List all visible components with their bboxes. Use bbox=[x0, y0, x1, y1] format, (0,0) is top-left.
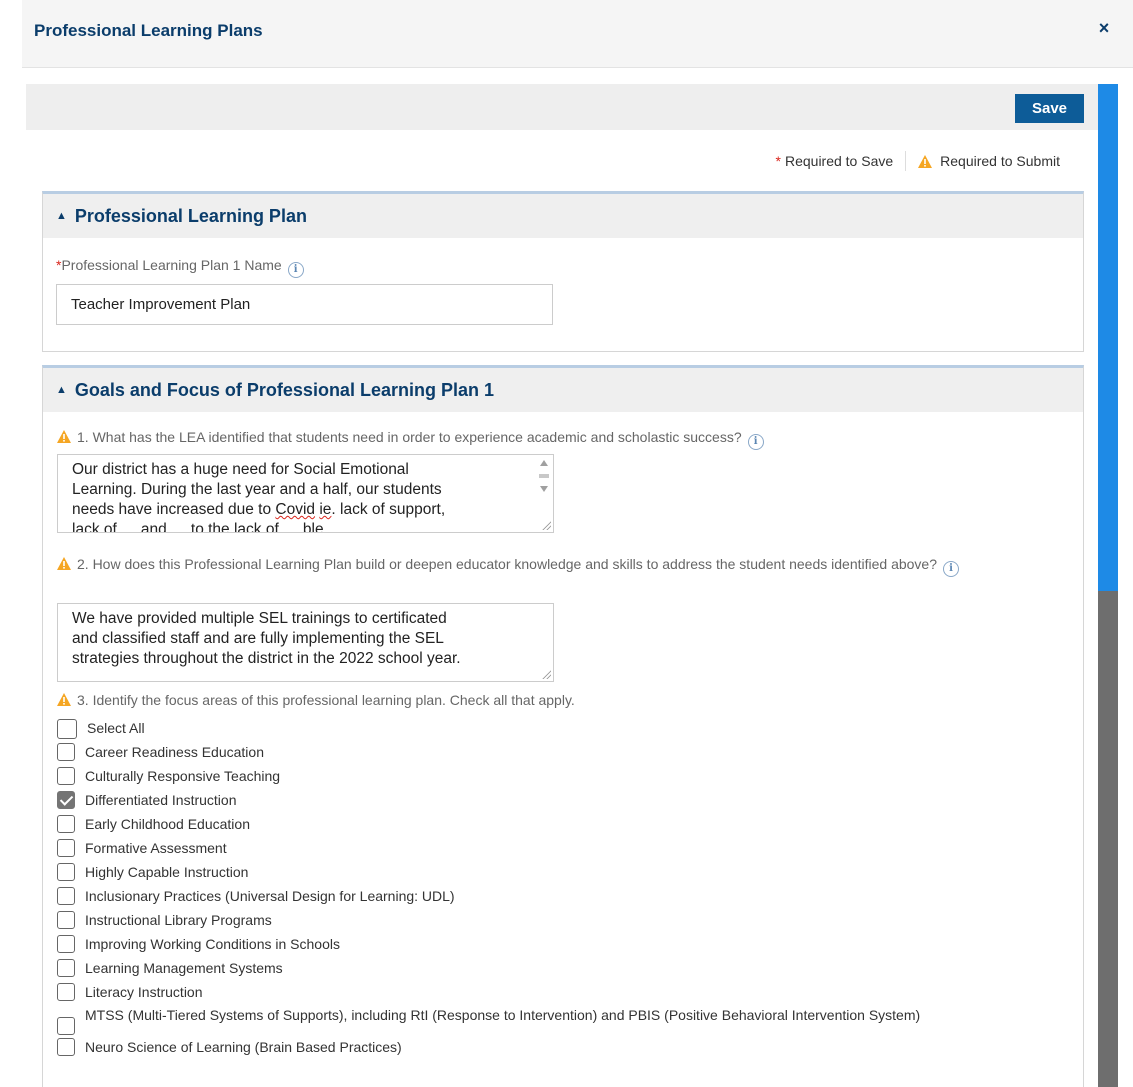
checkbox[interactable] bbox=[57, 1017, 75, 1035]
question-2-textarea[interactable]: We have provided multiple SEL trainings … bbox=[57, 603, 554, 682]
plan-name-label: *Professional Learning Plan 1 Name i bbox=[56, 257, 304, 278]
required-star-icon: * bbox=[775, 153, 781, 169]
checkbox-option[interactable]: Inclusionary Practices (Universal Design… bbox=[57, 884, 1057, 908]
save-button[interactable]: Save bbox=[1015, 94, 1084, 123]
info-icon[interactable]: i bbox=[287, 262, 304, 278]
collapse-caret-icon[interactable]: ▲ bbox=[56, 210, 67, 222]
warning-icon bbox=[57, 430, 71, 443]
checkbox-option[interactable]: MTSS (Multi-Tiered Systems of Supports),… bbox=[57, 1004, 1057, 1035]
checkbox-option[interactable]: Formative Assessment bbox=[57, 836, 1057, 860]
checkbox-option[interactable]: Instructional Library Programs bbox=[57, 908, 1057, 932]
checkbox[interactable] bbox=[57, 743, 75, 761]
close-icon[interactable]: × bbox=[1093, 18, 1115, 39]
section-professional-learning-plan: ▲ Professional Learning Plan *Profession… bbox=[42, 191, 1084, 352]
checkbox-option[interactable]: Select All bbox=[57, 716, 1057, 740]
checkbox[interactable] bbox=[57, 983, 75, 1001]
checkbox-option[interactable]: Literacy Instruction bbox=[57, 980, 1057, 1004]
checkbox[interactable] bbox=[57, 863, 75, 881]
required-legend: * Required to Save Required to Submit bbox=[776, 151, 1060, 171]
checkbox-option[interactable]: Improving Working Conditions in Schools bbox=[57, 932, 1057, 956]
checkbox-checked[interactable] bbox=[57, 791, 75, 809]
modal-title: Professional Learning Plans bbox=[34, 21, 263, 40]
textarea-scrollbar[interactable] bbox=[537, 458, 551, 502]
checkbox-option[interactable]: Early Childhood Education bbox=[57, 812, 1057, 836]
checkbox-option[interactable]: Culturally Responsive Teaching bbox=[57, 764, 1057, 788]
resize-handle-icon[interactable] bbox=[541, 520, 551, 530]
checkbox-option[interactable]: Career Readiness Education bbox=[57, 740, 1057, 764]
checkbox-option[interactable]: Neuro Science of Learning (Brain Based P… bbox=[57, 1035, 1057, 1059]
section-title: Goals and Focus of Professional Learning… bbox=[74, 379, 494, 400]
warning-icon bbox=[57, 557, 71, 570]
checkbox[interactable] bbox=[57, 911, 75, 929]
checkbox-option[interactable]: Learning Management Systems bbox=[57, 956, 1057, 980]
checkbox-option[interactable]: Differentiated Instruction bbox=[57, 788, 1057, 812]
checkbox[interactable] bbox=[57, 959, 75, 977]
section-title: Professional Learning Plan bbox=[74, 205, 307, 226]
question-2-label: 2. How does this Professional Learning P… bbox=[57, 552, 1017, 577]
legend-divider bbox=[905, 151, 907, 171]
toolbar: Save bbox=[26, 84, 1098, 130]
checkbox[interactable] bbox=[57, 887, 75, 905]
warning-icon bbox=[918, 154, 933, 168]
info-icon[interactable]: i bbox=[747, 434, 764, 450]
scrollbar-thumb[interactable] bbox=[1098, 84, 1118, 591]
warning-icon bbox=[57, 693, 71, 706]
checkbox[interactable] bbox=[57, 1038, 75, 1056]
question-1-label: 1. What has the LEA identified that stud… bbox=[57, 429, 764, 450]
section-goals-and-focus: ▲ Goals and Focus of Professional Learni… bbox=[42, 365, 1084, 1087]
modal-body: Save * Required to Save Required to Subm… bbox=[26, 84, 1098, 1087]
checkbox-option[interactable]: Highly Capable Instruction bbox=[57, 860, 1057, 884]
plan-name-input[interactable] bbox=[56, 284, 553, 325]
required-submit-label: Required to Submit bbox=[940, 153, 1060, 169]
section-header[interactable]: ▲ Goals and Focus of Professional Learni… bbox=[43, 368, 1083, 412]
info-icon[interactable]: i bbox=[943, 561, 960, 577]
resize-handle-icon[interactable] bbox=[541, 669, 551, 679]
focus-area-checklist: Select All Career Readiness Education Cu… bbox=[57, 716, 1057, 1059]
checkbox[interactable] bbox=[57, 839, 75, 857]
question-1-textarea[interactable]: Our district has a huge need for Social … bbox=[57, 454, 554, 533]
modal-header: Professional Learning Plans × bbox=[22, 0, 1133, 68]
question-3-label: 3. Identify the focus areas of this prof… bbox=[57, 692, 575, 708]
checkbox[interactable] bbox=[57, 719, 77, 739]
required-save-label: Required to Save bbox=[784, 153, 894, 169]
section-header[interactable]: ▲ Professional Learning Plan bbox=[43, 194, 1083, 238]
checkbox[interactable] bbox=[57, 815, 75, 833]
collapse-caret-icon[interactable]: ▲ bbox=[56, 384, 67, 396]
modal-scrollbar[interactable] bbox=[1098, 84, 1118, 1087]
checkbox[interactable] bbox=[57, 767, 75, 785]
checkbox[interactable] bbox=[57, 935, 75, 953]
